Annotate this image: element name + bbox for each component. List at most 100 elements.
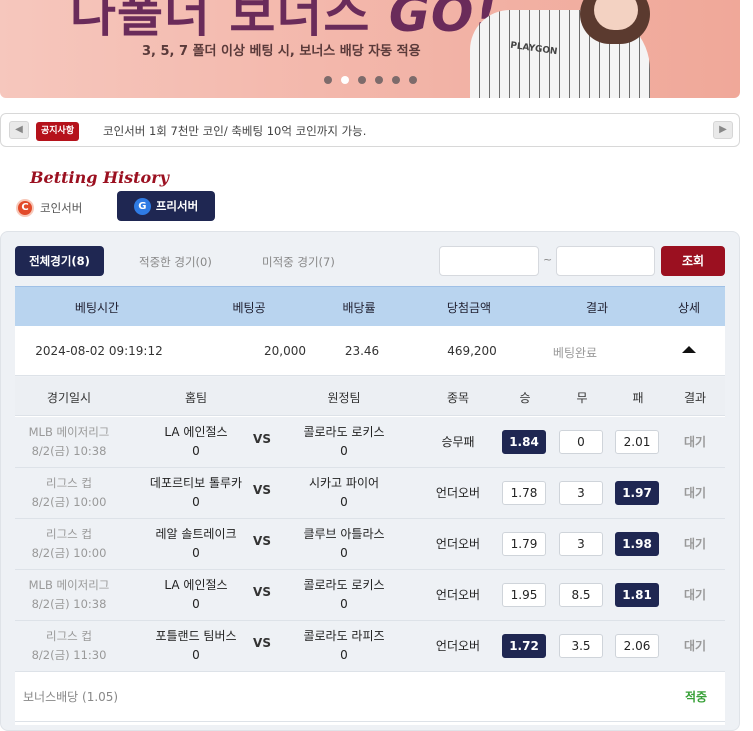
match-league: 리그스 컵 bbox=[46, 527, 92, 541]
match-result: 대기 bbox=[683, 537, 707, 551]
page-title: Betting History bbox=[30, 168, 169, 187]
bonus-row: 보너스배당 (1.05) 적중 bbox=[15, 672, 725, 722]
bet-type: 언더오버 bbox=[435, 486, 481, 500]
away-score: 0 bbox=[340, 444, 348, 458]
notice-badge: 공지사항 bbox=[36, 122, 80, 141]
banner-dot[interactable] bbox=[358, 76, 366, 84]
odds-win[interactable]: 1.79 bbox=[502, 532, 546, 556]
header-away-team: 원정팀 bbox=[327, 391, 361, 405]
match-row: MLB 메이저리그 8/2(금) 10:38 LA 에인절스 0 VS 콜로라도 로… bbox=[15, 417, 725, 468]
odds-draw[interactable]: 8.5 bbox=[559, 583, 603, 607]
search-button[interactable]: 조회 bbox=[661, 246, 725, 276]
header-detail: 상세 bbox=[677, 301, 701, 315]
header-bet-type: 종목 bbox=[446, 391, 470, 405]
match-row: 리그스 컵 8/2(금) 11:30 포틀랜드 팀버스 0 VS 콜로라도 라피즈 0… bbox=[15, 621, 725, 672]
away-score: 0 bbox=[340, 495, 348, 509]
vs-label: VS bbox=[253, 534, 271, 548]
odds-lose-selected[interactable]: 1.97 bbox=[615, 481, 659, 505]
home-score: 0 bbox=[192, 597, 200, 611]
odds-win-selected[interactable]: 1.84 bbox=[502, 430, 546, 454]
banner-subtitle: 3, 5, 7 폴더 이상 베팅 시, 보너스 배당 자동 적용 bbox=[142, 44, 421, 59]
vs-label: VS bbox=[253, 636, 271, 650]
match-date: 8/2(금) 10:00 bbox=[31, 495, 107, 509]
home-team: LA 에인절스 0 bbox=[164, 576, 227, 614]
summary-row[interactable]: 2024-08-02 09:19:12 20,000 23.46 469,200… bbox=[15, 326, 725, 376]
tab-coin-server-label: 코인서버 bbox=[40, 201, 83, 215]
notice-prev-button[interactable]: ◀ bbox=[9, 121, 29, 139]
date-to-input[interactable] bbox=[556, 246, 655, 276]
home-team: 데포르티보 톨루카 0 bbox=[150, 474, 242, 512]
odds-draw[interactable]: 0 bbox=[559, 430, 603, 454]
match-league-date: 리그스 컵 8/2(금) 11:30 bbox=[32, 627, 107, 665]
home-team-name: 포틀랜드 팀버스 bbox=[155, 629, 237, 643]
summary-table-header: 베팅시간 베팅공 배당률 당첨금액 결과 상세 bbox=[15, 286, 725, 326]
away-team: 시카고 파이어 0 bbox=[309, 474, 379, 512]
odds-draw[interactable]: 3 bbox=[559, 481, 603, 505]
date-separator: ~ bbox=[543, 253, 553, 266]
win-amount: 469,200 bbox=[447, 344, 497, 358]
banner-title-text: 나폴더 보너스 bbox=[70, 0, 371, 43]
filter-all-games[interactable]: 전체경기(8) bbox=[15, 246, 104, 276]
match-league: MLB 메이저리그 bbox=[28, 425, 110, 439]
tab-free-server[interactable]: G 프리서버 bbox=[117, 191, 215, 221]
vs-label: VS bbox=[253, 483, 271, 497]
away-score: 0 bbox=[340, 648, 348, 662]
home-team: 포틀랜드 팀버스 0 bbox=[155, 627, 236, 665]
match-result: 대기 bbox=[683, 435, 707, 449]
match-league-date: MLB 메이저리그 8/2(금) 10:38 bbox=[29, 423, 110, 461]
match-league: 리그스 컵 bbox=[46, 476, 92, 490]
home-team-name: 레알 솔트레이크 bbox=[155, 527, 237, 541]
notice-text[interactable]: 코인서버 1회 7천만 코인/ 축베팅 10억 코인까지 가능. bbox=[103, 123, 366, 139]
match-row: MLB 메이저리그 8/2(금) 10:38 LA 에인절스 0 VS 콜로라도 로… bbox=[15, 570, 725, 621]
away-team: 클루브 아틀라스 0 bbox=[303, 525, 384, 563]
filter-hit-games[interactable]: 적중한 경기(0) bbox=[139, 254, 212, 270]
bet-type: 언더오버 bbox=[435, 639, 481, 653]
odds-lose-selected[interactable]: 1.98 bbox=[615, 532, 659, 556]
home-team-name: 데포르티보 톨루카 bbox=[149, 476, 243, 490]
banner-dot[interactable] bbox=[409, 76, 417, 84]
notice-bar: ◀ 공지사항 코인서버 1회 7천만 코인/ 축베팅 10억 코인까지 가능. … bbox=[0, 113, 740, 147]
odds-win-selected[interactable]: 1.72 bbox=[502, 634, 546, 658]
odds-draw[interactable]: 3.5 bbox=[559, 634, 603, 658]
home-team-name: LA 에인절스 bbox=[164, 578, 228, 592]
header-bet-time: 베팅시간 bbox=[74, 301, 120, 315]
header-match-date: 경기일시 bbox=[46, 391, 92, 405]
date-from-input[interactable] bbox=[439, 246, 539, 276]
banner-dot[interactable] bbox=[324, 76, 332, 84]
header-bet-amount: 베팅공 bbox=[232, 301, 266, 315]
match-league: MLB 메이저리그 bbox=[28, 578, 110, 592]
bet-type: 승무패 bbox=[441, 435, 475, 449]
tab-coin-server[interactable]: C 코인서버 bbox=[16, 198, 82, 218]
banner-dot[interactable] bbox=[375, 76, 383, 84]
match-league-date: MLB 메이저리그 8/2(금) 10:38 bbox=[29, 576, 110, 614]
header-result: 결과 bbox=[585, 301, 609, 315]
away-score: 0 bbox=[340, 597, 348, 611]
odds-lose[interactable]: 2.06 bbox=[615, 634, 659, 658]
odds-lose[interactable]: 2.01 bbox=[615, 430, 659, 454]
away-team: 콜로라도 라피즈 0 bbox=[303, 627, 384, 665]
match-date: 8/2(금) 10:38 bbox=[31, 444, 107, 458]
collapse-caret-icon[interactable] bbox=[682, 346, 696, 353]
away-team: 콜로라도 로키스 0 bbox=[303, 576, 384, 614]
home-score: 0 bbox=[192, 546, 200, 560]
odds-draw[interactable]: 3 bbox=[559, 532, 603, 556]
odds-win[interactable]: 1.78 bbox=[502, 481, 546, 505]
banner-dot-active[interactable] bbox=[341, 76, 349, 84]
bet-amount: 20,000 bbox=[264, 344, 306, 358]
away-team-name: 콜로라도 라피즈 bbox=[303, 629, 385, 643]
home-team-name: LA 에인절스 bbox=[164, 425, 228, 439]
odds-win[interactable]: 1.95 bbox=[502, 583, 546, 607]
match-row: 리그스 컵 8/2(금) 10:00 레알 솔트레이크 0 VS 클루브 아틀라스 0… bbox=[15, 519, 725, 570]
away-team-name: 콜로라도 로키스 bbox=[303, 578, 385, 592]
header-odds: 배당률 bbox=[342, 301, 376, 315]
promo-banner[interactable]: 나폴더 보너스 GO! 3, 5, 7 폴더 이상 베팅 시, 보너스 배당 자… bbox=[0, 0, 740, 98]
home-score: 0 bbox=[192, 495, 200, 509]
filter-miss-games[interactable]: 미적중 경기(7) bbox=[262, 254, 335, 270]
notice-next-button[interactable]: ▶ bbox=[713, 121, 733, 139]
away-team-name: 콜로라도 로키스 bbox=[303, 425, 385, 439]
match-date: 8/2(금) 11:30 bbox=[31, 648, 107, 662]
banner-dot[interactable] bbox=[392, 76, 400, 84]
match-league: 리그스 컵 bbox=[46, 629, 92, 643]
odds-lose-selected[interactable]: 1.81 bbox=[615, 583, 659, 607]
match-row: 리그스 컵 8/2(금) 10:00 데포르티보 톨루카 0 VS 시카고 파이어 0… bbox=[15, 468, 725, 519]
